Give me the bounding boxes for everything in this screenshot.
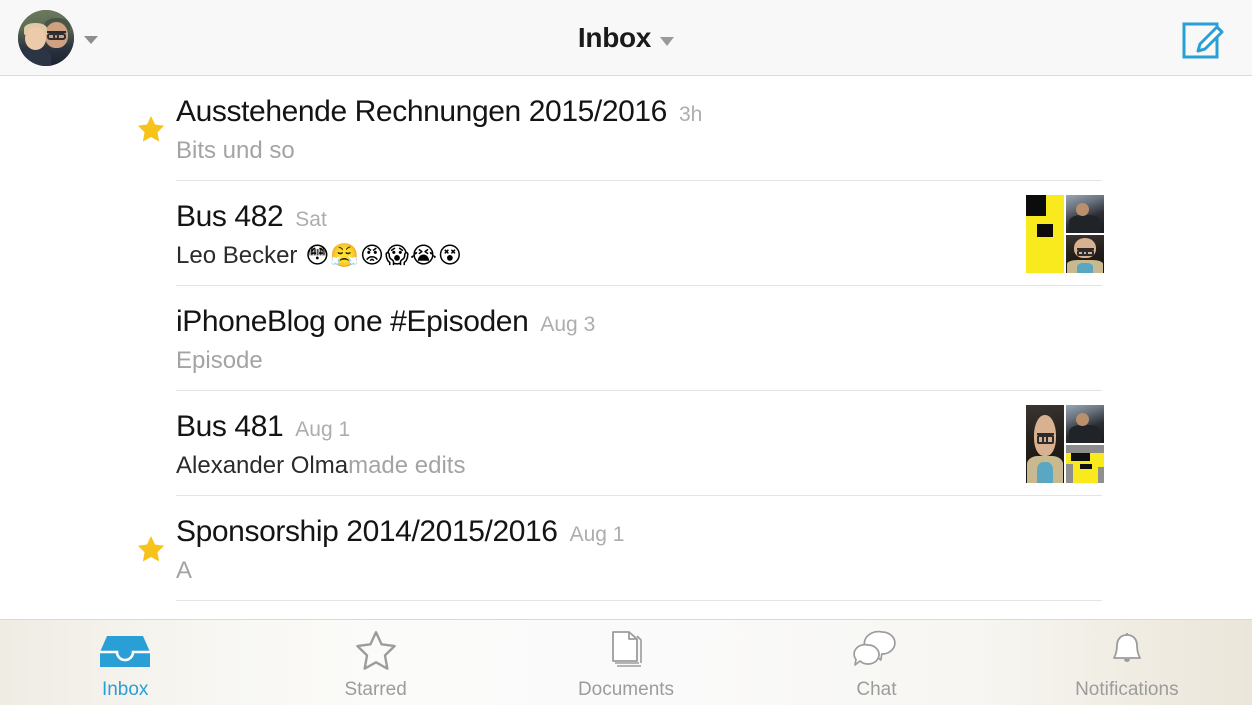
- inbox-title-dropdown[interactable]: Inbox: [0, 0, 1252, 76]
- app-root: Inbox Ausstehende Rechnungen 2015/2016 3…: [0, 0, 1252, 705]
- page-title: Inbox: [577, 22, 652, 53]
- message-list: Ausstehende Rechnungen 2015/2016 3h Bits…: [0, 76, 1252, 619]
- table-row[interactable]: Ausstehende Rechnungen 2015/2016 3h Bits…: [0, 76, 1252, 181]
- message-title: iPhoneBlog one #Episoden: [176, 305, 529, 338]
- tab-notifications[interactable]: Notifications: [1002, 620, 1252, 705]
- compose-icon: [1182, 22, 1224, 59]
- photo-thumbnail: [1026, 404, 1064, 483]
- star-outline-icon: [352, 629, 400, 673]
- table-row[interactable]: iPhoneBlog one #Episoden Aug 3 Episode: [0, 286, 1252, 391]
- tab-chat[interactable]: Chat: [751, 620, 1001, 705]
- message-title: Bus 481: [176, 410, 284, 443]
- tab-label: Starred: [344, 678, 407, 700]
- attachment-thumbnails[interactable]: [1026, 404, 1104, 483]
- row-divider: [176, 600, 1102, 601]
- message-time: Aug 1: [569, 523, 625, 546]
- compose-button[interactable]: [1178, 14, 1228, 64]
- tab-starred[interactable]: Starred: [250, 620, 500, 705]
- photo-thumbnail: [1066, 404, 1104, 443]
- message-snippet: Episode: [176, 347, 263, 374]
- message-emoji: 😳😤😡😱😭😵: [305, 242, 463, 269]
- chevron-down-icon[interactable]: [660, 36, 675, 46]
- message-title: Sponsorship 2014/2015/2016: [176, 515, 558, 548]
- message-title: Ausstehende Rechnungen 2015/2016: [176, 95, 667, 128]
- photo-thumbnail: [1066, 234, 1104, 273]
- table-row[interactable]: Bus 481 Aug 1 Alexander Olma made edits: [0, 391, 1252, 496]
- attachment-thumbnails[interactable]: [1026, 194, 1104, 273]
- message-time: Aug 1: [295, 418, 351, 441]
- message-time: Aug 3: [540, 313, 596, 336]
- message-snippet: Bits und so: [176, 137, 295, 164]
- message-snippet: A: [176, 557, 193, 584]
- table-row[interactable]: Bus 482 Sat Leo Becker 😳😤😡😱😭😵: [0, 181, 1252, 286]
- message-time: Sat: [295, 208, 327, 231]
- message-title: Bus 482: [176, 200, 284, 233]
- documents-icon: [603, 629, 649, 673]
- message-time: 3h: [678, 103, 703, 126]
- table-row[interactable]: Sponsorship 2014/2015/2016 Aug 1 A: [0, 496, 1252, 601]
- top-header: Inbox: [0, 0, 1252, 76]
- logo-thumbnail: [1066, 444, 1104, 483]
- message-snippet: made edits: [348, 452, 466, 479]
- tab-label: Chat: [856, 678, 897, 700]
- chat-bubbles-icon: [848, 629, 904, 673]
- star-filled-icon[interactable]: [136, 534, 166, 564]
- bell-icon: [1104, 629, 1150, 673]
- photo-thumbnail: [1066, 194, 1104, 233]
- star-filled-icon[interactable]: [136, 114, 166, 144]
- inbox-icon: [97, 629, 153, 673]
- tab-inbox[interactable]: Inbox: [0, 620, 250, 705]
- tab-label: Documents: [577, 678, 675, 700]
- tab-label: Inbox: [101, 678, 149, 700]
- tab-label: Notifications: [1075, 678, 1179, 700]
- bottom-tab-bar: Inbox Starred Documents Chat Notificatio…: [0, 619, 1252, 705]
- message-sender: Leo Becker: [176, 242, 298, 269]
- tab-documents[interactable]: Documents: [501, 620, 751, 705]
- message-sender: Alexander Olma: [176, 452, 349, 479]
- logo-thumbnail: [1026, 194, 1064, 273]
